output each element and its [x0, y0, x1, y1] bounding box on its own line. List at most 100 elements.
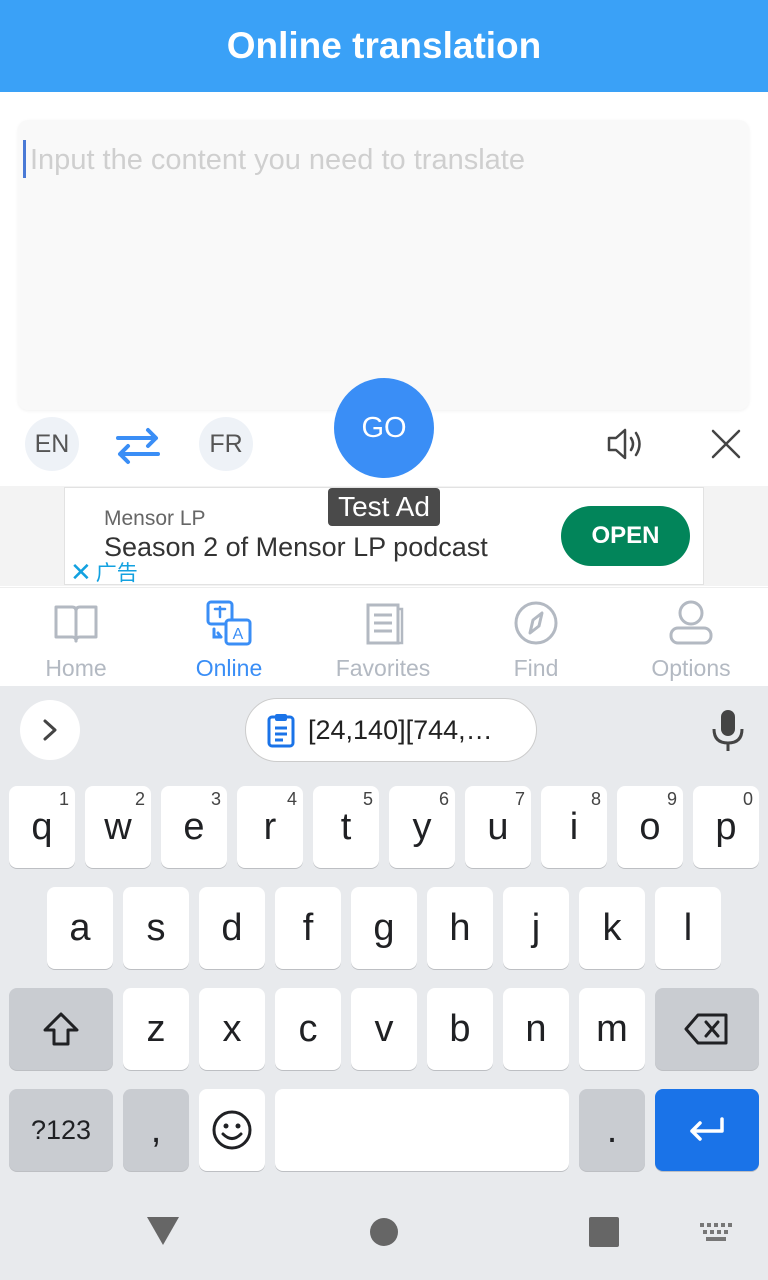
- ad-headline[interactable]: Season 2 of Mensor LP podcast: [104, 532, 488, 563]
- key-x[interactable]: x: [199, 988, 265, 1070]
- key-char: i: [569, 805, 579, 848]
- svg-text:A: A: [233, 626, 244, 643]
- key-e[interactable]: e3: [161, 786, 227, 868]
- key-i[interactable]: i8: [541, 786, 607, 868]
- key-n[interactable]: n: [503, 988, 569, 1070]
- key-q[interactable]: q1: [9, 786, 75, 868]
- close-icon[interactable]: ✕: [70, 559, 92, 585]
- ad-advertiser: Mensor LP: [104, 507, 206, 530]
- key-hint: 3: [210, 789, 221, 809]
- microphone-icon[interactable]: [708, 707, 748, 753]
- key-hint: 1: [58, 789, 69, 809]
- key-h[interactable]: h: [427, 887, 493, 969]
- key-hint: 6: [438, 789, 449, 809]
- clipboard-icon: [267, 714, 295, 748]
- period-key[interactable]: .: [579, 1089, 645, 1171]
- recents-icon[interactable]: [589, 1217, 619, 1247]
- key-z[interactable]: z: [123, 988, 189, 1070]
- key-char: q: [31, 805, 53, 848]
- key-p[interactable]: p0: [693, 786, 759, 868]
- speaker-icon[interactable]: [605, 425, 647, 463]
- key-hint: 2: [134, 789, 145, 809]
- emoji-icon: [212, 1110, 252, 1150]
- source-language-button[interactable]: EN: [25, 417, 79, 471]
- ad-open-button[interactable]: OPEN: [561, 506, 690, 566]
- clear-icon[interactable]: [708, 426, 744, 462]
- nav-item-favorites[interactable]: Favorites: [308, 588, 458, 688]
- nav-item-options[interactable]: Options: [616, 588, 766, 688]
- emoji-key[interactable]: [199, 1089, 265, 1171]
- backspace-icon: [684, 1013, 728, 1045]
- nav-label-find: Find: [513, 655, 559, 681]
- key-t[interactable]: t5: [313, 786, 379, 868]
- system-navigation-bar: [0, 1180, 768, 1280]
- nav-item-online[interactable]: A Online: [154, 588, 304, 688]
- key-char: u: [487, 805, 509, 848]
- key-k[interactable]: k: [579, 887, 645, 969]
- nav-item-find[interactable]: Find: [461, 588, 611, 688]
- document-icon: [366, 603, 404, 645]
- key-a[interactable]: a: [47, 887, 113, 969]
- translate-icon: A: [206, 600, 252, 646]
- key-g[interactable]: g: [351, 887, 417, 969]
- book-icon: [54, 605, 98, 643]
- translation-input[interactable]: [26, 140, 741, 180]
- nav-label-home: Home: [45, 655, 107, 681]
- enter-key[interactable]: [655, 1089, 759, 1171]
- key-hint: 8: [590, 789, 601, 809]
- go-button[interactable]: GO: [334, 378, 434, 478]
- key-char: y: [412, 805, 432, 848]
- page-title: Online translation: [226, 25, 542, 66]
- shift-key[interactable]: [9, 988, 113, 1070]
- chevron-right-icon: [43, 719, 57, 741]
- key-hint: 0: [742, 789, 753, 809]
- bottom-navigation: Home A Online Favorites Find Options: [0, 587, 768, 687]
- key-hint: 5: [362, 789, 373, 809]
- ad-close-label: 广告: [95, 562, 138, 585]
- backspace-key[interactable]: [655, 988, 759, 1070]
- key-u[interactable]: u7: [465, 786, 531, 868]
- ad-close-button[interactable]: ✕ 广告: [70, 557, 138, 587]
- key-o[interactable]: o9: [617, 786, 683, 868]
- symbols-key[interactable]: ?123: [9, 1089, 113, 1171]
- key-char: r: [263, 805, 277, 848]
- shift-icon: [43, 1012, 79, 1046]
- clipboard-text: [24,140][744,…: [308, 714, 493, 745]
- nav-item-home[interactable]: Home: [1, 588, 151, 688]
- keyboard-switch-icon[interactable]: [699, 1222, 733, 1244]
- enter-icon: [690, 1117, 724, 1141]
- swap-languages-icon[interactable]: [108, 424, 168, 468]
- space-key[interactable]: [275, 1089, 569, 1171]
- key-f[interactable]: f: [275, 887, 341, 969]
- text-cursor: [23, 140, 26, 178]
- key-y[interactable]: y6: [389, 786, 455, 868]
- user-icon: [669, 600, 713, 645]
- key-l[interactable]: l: [655, 887, 721, 969]
- key-j[interactable]: j: [503, 887, 569, 969]
- key-hint: 7: [514, 789, 525, 809]
- key-w[interactable]: w2: [85, 786, 151, 868]
- key-m[interactable]: m: [579, 988, 645, 1070]
- key-r[interactable]: r4: [237, 786, 303, 868]
- back-icon[interactable]: [146, 1216, 180, 1246]
- key-d[interactable]: d: [199, 887, 265, 969]
- keyboard-expand-button[interactable]: [20, 700, 80, 760]
- app-root: Online translation EN FR GO Test Ad Mens…: [0, 0, 768, 1280]
- target-language-button[interactable]: FR: [199, 417, 253, 471]
- key-char: o: [639, 805, 661, 848]
- key-hint: 4: [286, 789, 297, 809]
- comma-key[interactable]: ,: [123, 1089, 189, 1171]
- compass-icon: [514, 601, 558, 645]
- key-char: t: [340, 805, 352, 848]
- key-c[interactable]: c: [275, 988, 341, 1070]
- key-s[interactable]: s: [123, 887, 189, 969]
- key-char: e: [183, 805, 205, 848]
- key-char: w: [104, 805, 132, 848]
- translation-input-card[interactable]: [18, 120, 749, 410]
- clipboard-suggestion-chip[interactable]: [24,140][744,…: [245, 698, 537, 762]
- key-v[interactable]: v: [351, 988, 417, 1070]
- home-icon[interactable]: [369, 1217, 399, 1247]
- key-b[interactable]: b: [427, 988, 493, 1070]
- nav-label-options: Options: [651, 655, 731, 681]
- key-hint: 9: [666, 789, 677, 809]
